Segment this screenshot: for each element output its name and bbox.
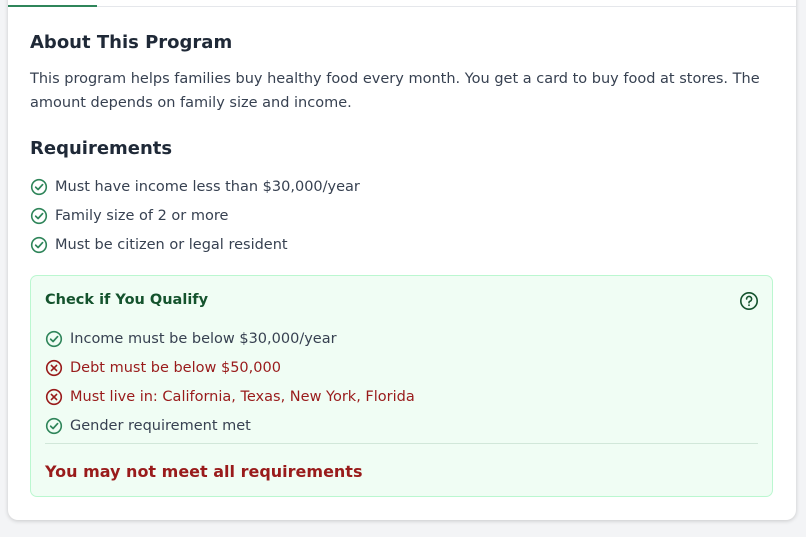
- check-circle-icon: [30, 236, 48, 253]
- check-circle-icon: [45, 330, 63, 347]
- check-label: Gender requirement met: [70, 417, 251, 434]
- tab-divider: [8, 6, 796, 7]
- check-item-not-met: Must live in: California, Texas, New Yor…: [45, 382, 415, 411]
- check-item-met: Income must be below $30,000/year: [45, 324, 415, 353]
- check-item-not-met: Debt must be below $50,000: [45, 353, 415, 382]
- about-title: About This Program: [30, 32, 233, 53]
- eligibility-title: Check if You Qualify: [45, 292, 209, 308]
- eligibility-check-panel: Check if You Qualify Income must be belo…: [30, 275, 773, 497]
- x-circle-icon: [45, 359, 63, 376]
- requirements-title: Requirements: [30, 138, 173, 159]
- check-item-met: Gender requirement met: [45, 411, 415, 440]
- about-description: This program helps families buy healthy …: [30, 71, 760, 111]
- active-tab-indicator[interactable]: [8, 5, 97, 7]
- eligibility-result: You may not meet all requirements: [45, 462, 363, 481]
- requirement-item: Must be citizen or legal resident: [30, 230, 360, 259]
- panel-divider: [45, 443, 758, 444]
- check-circle-icon: [45, 417, 63, 434]
- requirement-label: Must be citizen or legal resident: [55, 236, 288, 253]
- check-label: Debt must be below $50,000: [70, 359, 281, 376]
- requirement-item: Family size of 2 or more: [30, 201, 360, 230]
- requirement-label: Must have income less than $30,000/year: [55, 178, 360, 195]
- question-circle-icon[interactable]: [739, 291, 759, 311]
- x-circle-icon: [45, 388, 63, 405]
- check-label: Must live in: California, Texas, New Yor…: [70, 388, 415, 405]
- check-circle-icon: [30, 207, 48, 224]
- requirement-item: Must have income less than $30,000/year: [30, 172, 360, 201]
- check-label: Income must be below $30,000/year: [70, 330, 337, 347]
- check-circle-icon: [30, 178, 48, 195]
- eligibility-checks: Income must be below $30,000/year Debt m…: [45, 324, 415, 440]
- requirement-label: Family size of 2 or more: [55, 207, 229, 224]
- requirements-list: Must have income less than $30,000/year …: [30, 172, 360, 259]
